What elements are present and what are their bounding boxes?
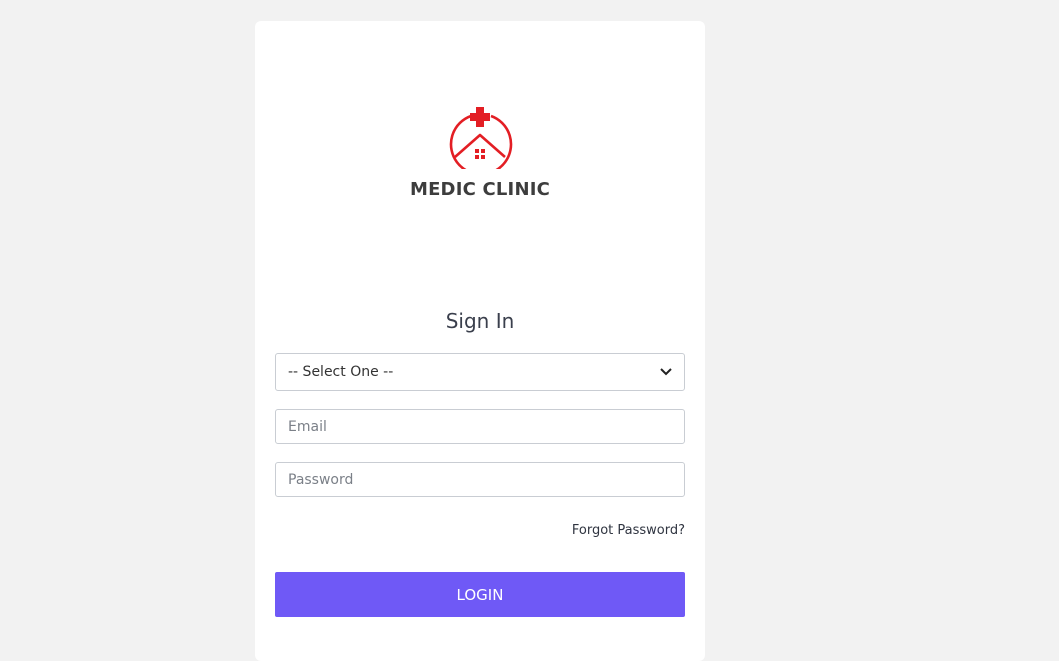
house-cross-icon xyxy=(449,107,513,169)
page-title: Sign In xyxy=(445,309,515,333)
role-select-value: -- Select One -- xyxy=(288,364,394,380)
login-button[interactable]: LOGIN xyxy=(275,572,685,617)
login-card: MEDIC CLINIC Sign In -- Select One -- Em… xyxy=(255,21,705,661)
password-field[interactable]: Password xyxy=(275,462,685,497)
email-placeholder: Email xyxy=(288,418,327,435)
brand-name: MEDIC CLINIC xyxy=(409,179,551,200)
chevron-down-icon xyxy=(660,365,672,379)
login-button-label: LOGIN xyxy=(456,585,504,604)
brand-logo: MEDIC CLINIC xyxy=(255,107,705,200)
forgot-password-link[interactable]: Forgot Password? xyxy=(572,523,685,538)
role-select[interactable]: -- Select One -- xyxy=(275,353,685,391)
email-field[interactable]: Email xyxy=(275,409,685,444)
password-placeholder: Password xyxy=(288,471,354,488)
